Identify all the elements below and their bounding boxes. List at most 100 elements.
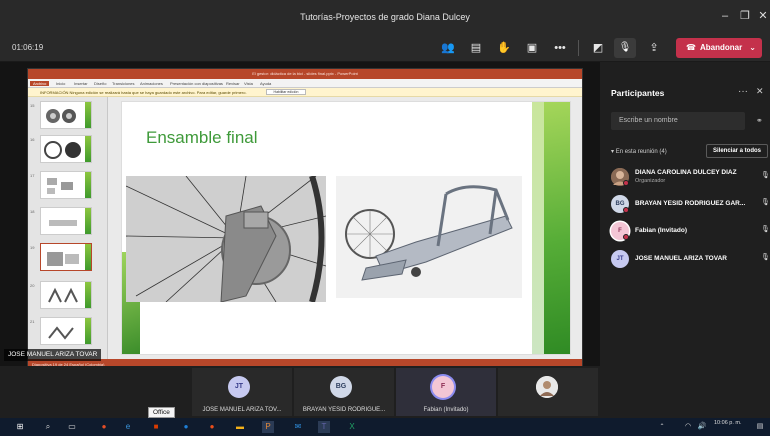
thumbnail-accent [85, 282, 91, 308]
slide-thumbnail[interactable] [40, 135, 92, 163]
participant-row[interactable]: BG BRAYAN YESID RODRIGUEZ GAR... 🎙 [611, 193, 770, 215]
thumbnail-accent [85, 102, 91, 128]
share-screen-icon[interactable]: ⇪ [646, 40, 662, 56]
video-tile[interactable]: BG BRAYAN YESID RODRIGUE... [294, 368, 394, 416]
avatar: JT [228, 376, 250, 398]
thumbnail-accent [85, 244, 91, 270]
leave-label: Abandonar [699, 43, 743, 52]
slide-number: 20 [30, 283, 35, 288]
ribbon-tab[interactable]: Vista [244, 81, 253, 86]
slide-thumbnail[interactable] [40, 171, 92, 199]
teams-icon[interactable]: T [318, 421, 330, 433]
office-icon[interactable]: ■ [150, 421, 162, 433]
ribbon-tab[interactable]: Insertar [74, 81, 88, 86]
ribbon-tab[interactable]: Archivo [30, 81, 50, 86]
tile-name: Fabian (Invitado) [423, 407, 469, 413]
section-label[interactable]: ▾ En esta reunión (4) [611, 148, 667, 155]
microphone-icon[interactable]: 🎙 [761, 225, 770, 233]
reactions-icon[interactable]: ✋ [496, 40, 512, 56]
vehicle-frame-render [336, 176, 522, 298]
slide-thumbnail-panel: 15 16 17 18 19 20 21 [28, 97, 108, 359]
close-panel-icon[interactable]: ✕ [756, 86, 764, 97]
share-invite-icon[interactable]: ⚭ [756, 116, 763, 125]
ribbon-tab[interactable]: Transiciones [112, 81, 135, 86]
video-strip: JT JOSE MANUEL ARIZA TOV... BG BRAYAN YE… [0, 366, 770, 418]
shared-screen: El gestor: didáctica de la bici - slides… [27, 68, 583, 368]
rooms-icon[interactable]: ▣ [524, 40, 540, 56]
slide-thumbnail[interactable] [40, 207, 92, 235]
avatar: BG [330, 376, 352, 398]
thumbnail-accent [85, 208, 91, 234]
ribbon-tab[interactable]: Diseño [94, 81, 106, 86]
slide-decoration [532, 102, 544, 354]
excel-icon[interactable]: X [346, 421, 358, 433]
mute-all-button[interactable]: Silenciar a todos [706, 144, 768, 158]
participant-row[interactable]: DIANA CAROLINA DULCEY DIAZ Organizador 🎙 [611, 166, 770, 188]
slide-thumbnail[interactable] [40, 101, 92, 129]
windows-start-icon[interactable]: ⊞ [14, 421, 26, 433]
volume-icon[interactable]: 🔊 [696, 421, 708, 433]
ribbon-tab[interactable]: Animaciones [140, 81, 163, 86]
app-icon[interactable]: ● [180, 421, 192, 433]
microphone-icon: 🎙 [618, 42, 632, 53]
video-tile[interactable]: JT JOSE MANUEL ARIZA TOV... [192, 368, 292, 416]
participant-row[interactable]: JT JOSE MANUEL ARIZA TOVAR 🎙 [611, 248, 770, 270]
app-icon[interactable]: ● [206, 421, 218, 433]
chevron-down-icon[interactable]: ⌄ [749, 38, 756, 58]
participant-name: JOSE MANUEL ARIZA TOVAR [635, 255, 727, 262]
microphone-icon[interactable]: 🎙 [761, 198, 770, 206]
powerpoint-icon[interactable]: P [262, 421, 274, 433]
thumbnail-accent [85, 136, 91, 162]
powerpoint-ribbon: Archivo Inicio Insertar Diseño Transicio… [28, 79, 582, 88]
more-icon[interactable]: ••• [552, 40, 568, 56]
slide-thumbnail[interactable] [40, 317, 92, 345]
minimize-icon[interactable]: – [718, 10, 732, 22]
slide-thumbnail[interactable] [40, 281, 92, 309]
microphone-icon[interactable]: 🎙 [761, 171, 770, 179]
tile-name: BRAYAN YESID RODRIGUE... [302, 407, 386, 413]
participant-search-input[interactable]: Escribe un nombre [611, 112, 745, 130]
chat-icon[interactable]: ▤ [468, 40, 484, 56]
mail-icon[interactable]: ✉ [292, 421, 304, 433]
ribbon-tab[interactable]: Revisar [226, 81, 240, 86]
tray-icons[interactable]: ⌃ ▭ [656, 421, 668, 433]
slide-number: 19 [30, 245, 35, 250]
search-icon[interactable]: ⌕ [42, 421, 54, 433]
toolbar-divider [578, 40, 579, 56]
camera-off-icon[interactable]: ◩ [590, 40, 606, 56]
slide-thumbnail-selected[interactable] [40, 243, 92, 271]
task-view-icon[interactable]: ▭ [66, 421, 78, 433]
presenter-name: JOSE MANUEL ARIZA TOVAR [4, 349, 102, 361]
participant-role: Organizador [635, 178, 666, 184]
ribbon-tab[interactable]: Inicio [56, 81, 65, 86]
chrome-icon[interactable]: ● [98, 421, 110, 433]
participants-icon[interactable]: 👥 [440, 40, 456, 56]
protected-view-bar: INFORMACIÓN Ninguna edición se realizará… [28, 88, 582, 97]
microphone-button[interactable]: 🎙 [614, 38, 636, 58]
protected-view-text: INFORMACIÓN Ninguna edición se realizará… [40, 90, 247, 95]
participants-panel: Participantes ··· ✕ Escribe un nombre ⚭ … [600, 62, 770, 366]
slide-number: 21 [30, 319, 35, 324]
ribbon-tab[interactable]: Presentación con diapositivas [170, 81, 223, 86]
wifi-icon[interactable]: ◠ [682, 421, 694, 433]
file-explorer-icon[interactable]: ▬ [234, 421, 246, 433]
clock-time: 10:06 p. m. [714, 420, 742, 426]
slide-number: 17 [30, 173, 35, 178]
edge-icon[interactable]: e [122, 421, 134, 433]
current-slide: Ensamble final [121, 101, 571, 355]
phone-icon: ☎ [686, 43, 696, 52]
taskbar-clock[interactable]: 10:06 p. m. [714, 420, 742, 427]
ribbon-tab[interactable]: Ayuda [260, 81, 271, 86]
leave-button[interactable]: ☎ Abandonar ⌄ [676, 38, 762, 58]
video-tile-active-speaker[interactable]: F Fabian (Invitado) [396, 368, 496, 416]
more-options-icon[interactable]: ··· [738, 86, 748, 97]
enable-editing-button[interactable]: Habilitar edición [266, 89, 306, 95]
participant-row[interactable]: F Fabian (Invitado) 🎙 [611, 220, 770, 242]
notifications-icon[interactable]: ▤ [754, 421, 766, 433]
participant-name: DIANA CAROLINA DULCEY DIAZ [635, 169, 737, 176]
close-icon[interactable]: ✕ [756, 10, 770, 22]
powerpoint-title: El gestor: didáctica de la bici - slides… [252, 71, 358, 76]
video-tile[interactable] [498, 368, 598, 416]
microphone-icon[interactable]: 🎙 [761, 253, 770, 261]
maximize-icon[interactable]: ❐ [738, 10, 752, 22]
